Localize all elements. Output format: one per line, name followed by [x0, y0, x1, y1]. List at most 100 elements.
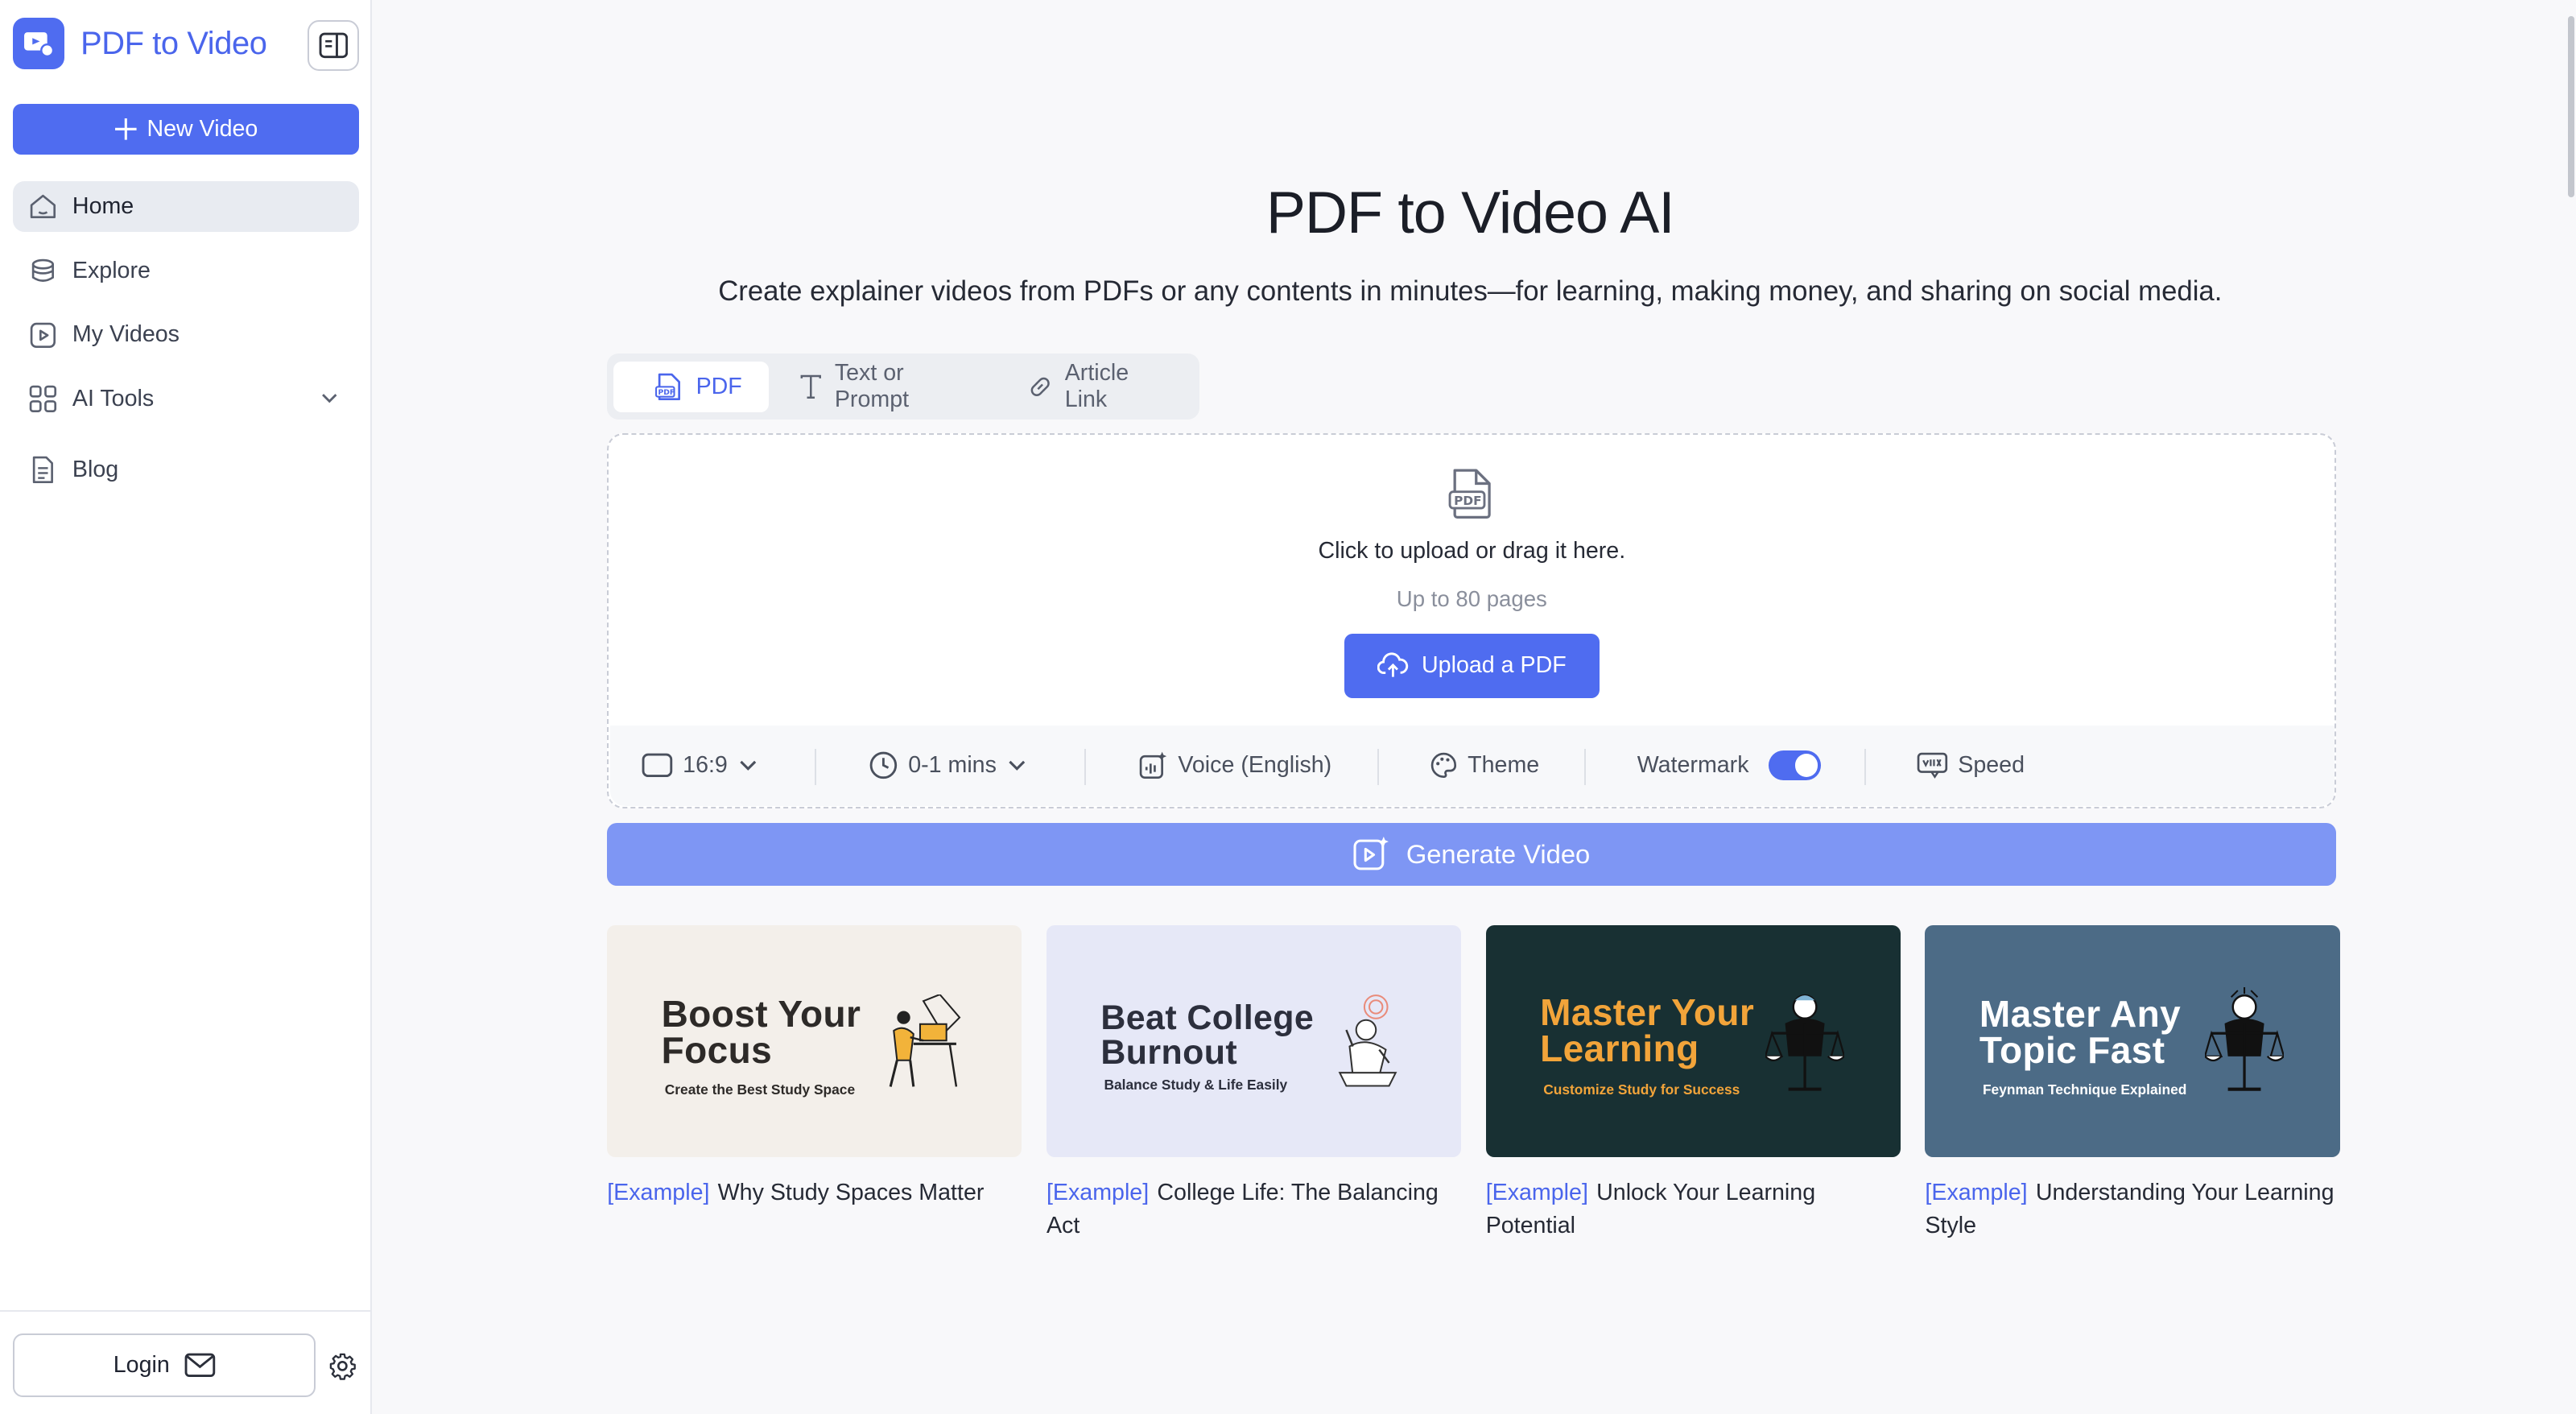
explore-icon [31, 258, 54, 282]
tab-pdf[interactable]: PDF PDF [613, 361, 770, 412]
sidebar-item-explore[interactable]: Explore [13, 246, 358, 296]
login-label: Login [113, 1351, 170, 1378]
generate-video-button[interactable]: Generate Video [607, 822, 2337, 886]
upload-button-label: Upload a PDF [1422, 652, 1567, 679]
sidebar-item-my-videos[interactable]: My Videos [13, 309, 358, 360]
speed-icon [1917, 752, 1948, 779]
example-videos: Boost Your Focus Create the Best Study Sp… [607, 924, 2340, 1242]
theme-label: Theme [1468, 751, 1540, 778]
example-tag: [Example] [1485, 1180, 1588, 1206]
chevron-down-icon [1009, 760, 1026, 771]
pdf-icon: PDF [655, 373, 681, 400]
divider [814, 748, 816, 785]
sidebar-item-label: Home [72, 193, 134, 219]
sidebar-item-label: My Videos [72, 321, 180, 348]
tab-label: Article Link [1064, 360, 1129, 413]
svg-text:PDF: PDF [1454, 494, 1481, 508]
chevron-down-icon [321, 394, 336, 403]
home-icon [30, 194, 56, 219]
example-thumbnail[interactable]: Boost Your Focus Create the Best Study Sp… [607, 924, 1022, 1157]
thumbnail-title: Beat College Burnout [1100, 998, 1315, 1072]
thumbnail-title: Master Your Learning [1540, 990, 1755, 1069]
settings-button[interactable] [328, 1351, 357, 1381]
brand-logo-icon [13, 18, 64, 69]
text-icon [800, 374, 821, 399]
clock-icon [869, 751, 898, 779]
document-icon [32, 456, 53, 484]
divider [1084, 748, 1086, 785]
sidebar-item-label: Explore [72, 257, 151, 283]
brand-name: PDF to Video [80, 25, 267, 61]
example-thumbnail[interactable]: Master Any Topic Fast Feynman Technique E… [1925, 924, 2340, 1157]
sidebar-toggle-icon [319, 32, 348, 58]
new-video-button[interactable]: New Video [13, 103, 359, 155]
upload-limit: Up to 80 pages [1396, 585, 1547, 611]
example-card[interactable]: Master Your Learning Customize Study for … [1485, 924, 1901, 1242]
example-tag: [Example] [1925, 1180, 2028, 1206]
example-caption[interactable]: [Example] Why Study Spaces Matter [607, 1176, 1022, 1209]
collapse-sidebar-button[interactable] [308, 19, 359, 71]
cloud-upload-icon [1377, 652, 1409, 678]
example-card[interactable]: Beat College Burnout Balance Study & Life… [1046, 924, 1462, 1242]
palette-icon [1430, 752, 1457, 779]
example-caption[interactable]: [Example] Understanding Your Learning Sty… [1925, 1176, 2339, 1242]
aspect-ratio-select[interactable]: 16:9 [642, 749, 759, 782]
pdf-file-icon: PDF [1448, 469, 1491, 519]
voice-value: Voice (English) [1178, 751, 1332, 778]
chevron-down-icon [740, 760, 757, 771]
tab-label: PDF [696, 373, 742, 399]
thumbnail-title: Master Any Topic Fast [1979, 992, 2182, 1071]
thumbnail-subtitle: Balance Study & Life Easily [1104, 1076, 1288, 1093]
aspect-ratio-value: 16:9 [683, 751, 728, 778]
voice-icon [1140, 751, 1167, 779]
example-caption[interactable]: [Example] College Life: The Balancing Act [1046, 1176, 1461, 1242]
upload-dropzone[interactable]: PDF Click to upload or drag it here. Up … [607, 432, 2337, 808]
plus-icon [114, 118, 137, 140]
login-button[interactable]: Login [13, 1333, 316, 1398]
watermark-setting: Watermark [1637, 749, 1822, 782]
brand[interactable]: PDF to Video [13, 18, 267, 69]
voice-select[interactable]: Voice (English) [1138, 749, 1331, 782]
example-card[interactable]: Boost Your Focus Create the Best Study Sp… [607, 924, 1022, 1242]
tab-article-link[interactable]: Article Link [1004, 360, 1192, 413]
example-tag: [Example] [1046, 1180, 1150, 1206]
page-subtitle: Create explainer videos from PDFs or any… [718, 276, 2223, 308]
upload-pdf-button[interactable]: Upload a PDF [1344, 633, 1600, 698]
video-options-bar: 16:9 0-1 mins Voice (English) Theme Wate… [610, 726, 2335, 807]
thumbnail-subtitle: Feynman Technique Explained [1982, 1081, 2187, 1098]
mail-icon [184, 1353, 216, 1378]
example-thumbnail[interactable]: Beat College Burnout Balance Study & Life… [1046, 924, 1462, 1157]
page-title: PDF to Video AI [1265, 178, 1675, 246]
upload-prompt: Click to upload or drag it here. [1318, 538, 1626, 564]
sidebar-item-blog[interactable]: Blog [13, 444, 358, 495]
sidebar-item-label: AI Tools [72, 386, 155, 412]
stressed-student-illustration [1338, 994, 1397, 1088]
thumbnail-subtitle: Create the Best Study Space [664, 1081, 856, 1098]
video-sparkle-icon [1353, 837, 1389, 870]
speed-label: Speed [1958, 751, 2025, 778]
grid-icon [29, 386, 56, 413]
balance-scale-illustration [1765, 994, 1845, 1092]
person-at-desk-illustration [889, 994, 961, 1087]
watermark-toggle[interactable] [1769, 750, 1822, 780]
thumbnail-title: Boost Your Focus [661, 992, 861, 1071]
duration-value: 0-1 mins [908, 751, 997, 778]
divider [1377, 748, 1379, 785]
example-card[interactable]: Master Any Topic Fast Feynman Technique E… [1925, 924, 2340, 1242]
new-video-label: New Video [147, 115, 258, 142]
theme-select[interactable]: Theme [1430, 749, 1539, 782]
input-type-tabs: PDF PDF Text or Prompt Article Link [607, 354, 1200, 420]
speed-select[interactable]: Speed [1917, 749, 2025, 782]
sidebar-item-home[interactable]: Home [13, 180, 359, 233]
duration-select[interactable]: 0-1 mins [869, 749, 1028, 782]
thumbnail-subtitle: Customize Study for Success [1543, 1081, 1740, 1098]
sidebar-item-ai-tools[interactable]: AI Tools [13, 374, 358, 424]
tab-text-or-prompt[interactable]: Text or Prompt [775, 360, 997, 412]
sidebar-item-label: Blog [72, 457, 119, 483]
scrollbar-thumb[interactable] [2567, 16, 2574, 198]
example-thumbnail[interactable]: Master Your Learning Customize Study for … [1485, 924, 1901, 1157]
example-caption[interactable]: [Example] Unlock Your Learning Potential [1486, 1176, 1901, 1242]
sidebar-footer: Login [0, 1310, 372, 1414]
divider [1584, 748, 1587, 785]
svg-text:PDF: PDF [658, 388, 675, 397]
